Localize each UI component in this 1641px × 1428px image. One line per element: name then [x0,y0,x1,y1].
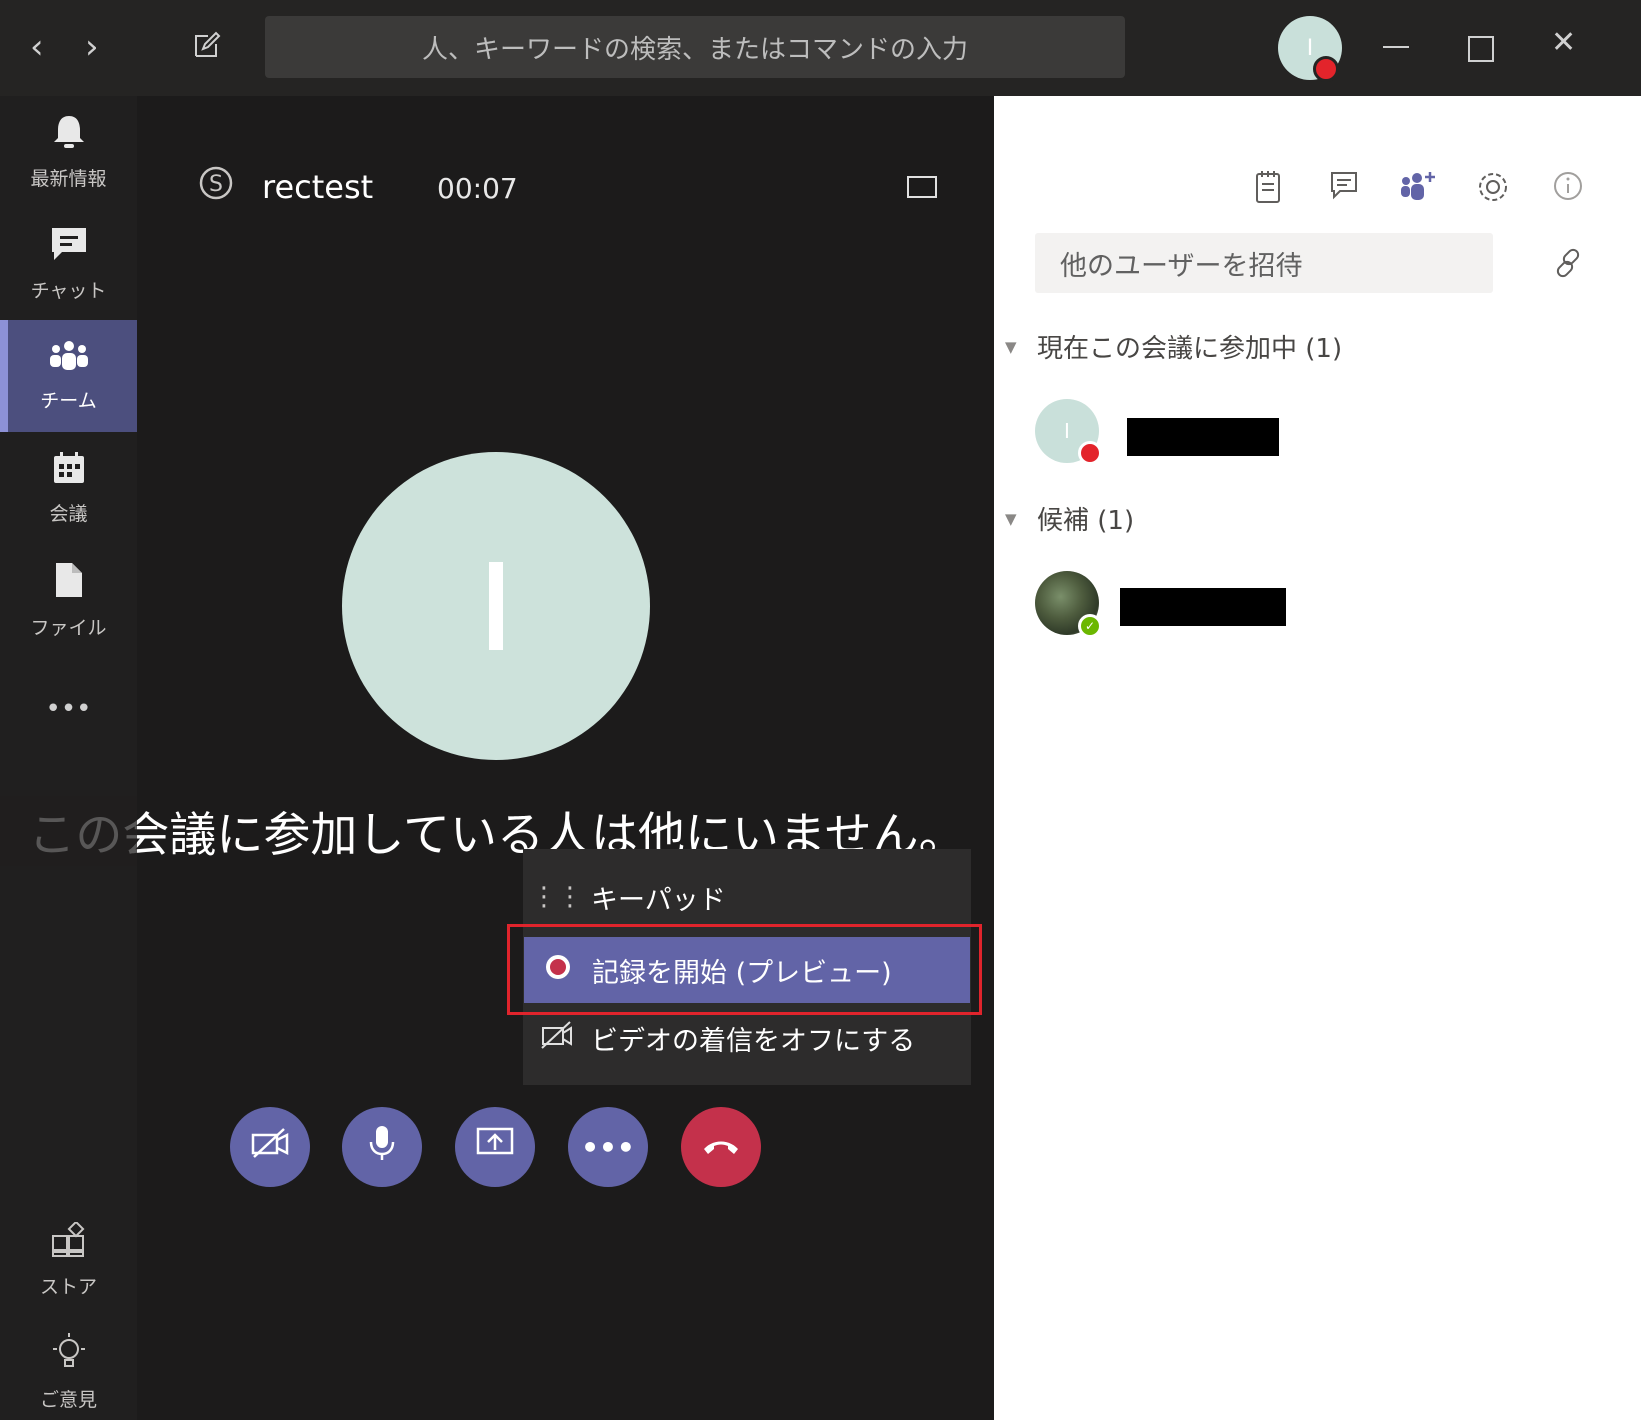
participants-icon[interactable] [1401,170,1437,210]
store-icon [51,1220,87,1264]
meeting-notes-icon[interactable] [1254,170,1282,212]
sidebar-item-label: チーム [40,389,97,412]
search-input[interactable]: 人、キーワードの検索、またはコマンドの入力 [265,16,1125,78]
fullscreen-icon[interactable] [905,172,939,206]
avatar-initial-bar [489,562,503,650]
sidebar-item-label: ストア [39,1275,97,1298]
keypad-icon: ⋮⋮ [531,882,583,912]
calendar-icon [52,451,86,491]
share-screen-button[interactable] [455,1107,535,1187]
sidebar-item-label: チャット [30,279,107,302]
more-apps-icon[interactable]: ••• [0,694,137,724]
chat-icon [50,226,88,268]
participant-initial: I [1064,419,1070,443]
section-header-label: 候補 (1) [1037,506,1135,536]
sidebar-item-label: 会議 [49,502,88,525]
current-participants-header[interactable]: ▼ 現在この会議に参加中 (1) [1005,328,1342,365]
maximize-icon[interactable] [1468,36,1494,62]
hang-up-icon [701,1130,741,1165]
invite-input[interactable]: 他のユーザーを招待 [1035,233,1493,293]
sidebar-item-teams[interactable]: チーム [0,320,137,432]
hang-up-button[interactable] [681,1107,761,1187]
sidebar-item-meetings[interactable]: 会議 [0,432,137,544]
sidebar-item-store[interactable]: ストア [0,1204,137,1316]
sidebar-item-files[interactable]: ファイル [0,544,137,656]
back-arrow-icon[interactable]: ‹ [30,30,44,64]
highlight-box [507,924,982,1015]
forward-arrow-icon[interactable]: › [85,30,99,64]
microphone-button[interactable] [342,1107,422,1187]
collapse-triangle-icon: ▼ [1005,509,1017,528]
file-icon [54,561,84,605]
menu-item-video-off[interactable]: ビデオの着信をオフにする [523,1007,971,1069]
menu-item-label: キーパッド [591,884,726,916]
teams-icon [48,340,90,378]
sidebar-item-label: 最新情報 [30,167,107,190]
sidebar-overlay [0,796,137,866]
section-header-label: 現在この会議に参加中 (1) [1037,334,1343,364]
status-busy-badge [1313,56,1339,82]
close-icon[interactable]: ✕ [1551,28,1576,58]
minimize-icon[interactable] [1383,46,1409,48]
suggested-header[interactable]: ▼ 候補 (1) [1005,500,1134,537]
call-stage [137,96,994,1420]
user-avatar-initial: I [1306,35,1314,61]
microphone-icon [368,1124,396,1170]
sidebar-item-activity[interactable]: 最新情報 [0,96,137,208]
menu-item-keypad[interactable]: ⋮⋮ キーパッド [523,866,971,928]
video-off-icon [523,1020,591,1057]
more-options-button[interactable]: ••• [568,1107,648,1187]
more-dots-icon: ••• [581,1130,635,1164]
sidebar-item-label: ファイル [30,616,107,639]
settings-gear-icon[interactable] [1476,170,1510,212]
share-screen-icon [475,1126,515,1168]
compose-icon[interactable] [192,30,222,64]
collapse-triangle-icon: ▼ [1005,337,1017,356]
info-icon[interactable] [1552,170,1584,210]
status-busy-badge [1078,441,1102,465]
camera-toggle-button[interactable] [230,1107,310,1187]
call-title: rectest [262,168,374,206]
camera-off-icon [250,1127,290,1167]
svg-text:S: S [209,172,223,197]
participants-panel [994,96,1641,1420]
sidebar-item-chat[interactable]: チャット [0,208,137,320]
link-icon[interactable] [1552,246,1586,284]
menu-item-label: ビデオの着信をオフにする [591,1025,916,1057]
redacted-name [1120,588,1286,626]
status-available-badge: ✓ [1078,614,1102,638]
skype-icon: S [198,165,234,205]
conversation-icon[interactable] [1329,170,1359,208]
sidebar-item-label: ご意見 [39,1388,97,1411]
participant-avatar-large [342,452,650,760]
bell-icon [52,114,86,156]
call-timer: 00:07 [437,172,518,205]
lightbulb-icon [51,1332,87,1377]
redacted-name [1127,418,1279,456]
sidebar-item-feedback[interactable]: ご意見 [0,1316,137,1428]
